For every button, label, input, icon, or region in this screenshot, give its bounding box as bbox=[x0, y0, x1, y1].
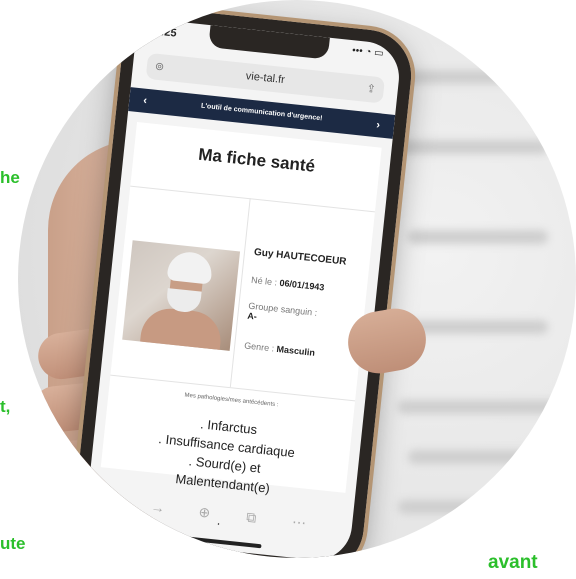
blurred-line bbox=[398, 400, 568, 414]
url-text: vie-tal.fr bbox=[245, 70, 286, 87]
text-fragment-t: t, bbox=[0, 397, 11, 416]
blood-group: Groupe sanguin : A- bbox=[247, 301, 318, 328]
text-fragment-avant: avant bbox=[488, 552, 538, 573]
site-settings-icon[interactable]: ⊚ bbox=[154, 54, 166, 81]
pathologies-list: . Infarctus . Insuffisance cardiaque . S… bbox=[99, 404, 352, 505]
health-card: Ma fiche santé Guy HAUTECOEUR Né le : 06… bbox=[100, 122, 382, 528]
blurred-line bbox=[398, 70, 528, 84]
phone-screen: 6:25 ••• ◔ ▭ ⊚ vie-tal.fr ⇪ ‹ L'outil de… bbox=[83, 17, 403, 558]
status-icons: ••• ◔ ▭ bbox=[351, 45, 385, 60]
patient-name: Guy HAUTECOEUR bbox=[253, 246, 347, 268]
photo-circle: 6:25 ••• ◔ ▭ ⊚ vie-tal.fr ⇪ ‹ L'outil de… bbox=[18, 0, 576, 558]
nav-next-button[interactable]: › bbox=[375, 113, 381, 137]
blood-value: A- bbox=[246, 310, 258, 322]
add-tab-icon[interactable]: ⊕ bbox=[198, 504, 211, 522]
gender-value: Masculin bbox=[276, 343, 316, 358]
text-fragment-he: he bbox=[0, 168, 20, 187]
share-icon[interactable]: ⇪ bbox=[365, 76, 377, 103]
home-indicator bbox=[171, 534, 262, 549]
photo-body bbox=[139, 305, 224, 351]
forward-icon[interactable]: → bbox=[150, 499, 166, 516]
text-fragment-ute: ute bbox=[0, 534, 26, 553]
blurred-line bbox=[388, 140, 548, 154]
blurred-line bbox=[408, 230, 548, 244]
blurred-line bbox=[398, 500, 538, 514]
status-time: 6:25 bbox=[153, 25, 178, 40]
nav-title: L'outil de communication d'urgence! bbox=[200, 102, 323, 123]
blood-label: Groupe sanguin : bbox=[247, 300, 318, 318]
smartphone: 6:25 ••• ◔ ▭ ⊚ vie-tal.fr ⇪ ‹ L'outil de… bbox=[65, 0, 421, 558]
patient-photo bbox=[122, 240, 241, 351]
birth-value: 06/01/1943 bbox=[279, 277, 325, 293]
blurred-line bbox=[408, 450, 558, 464]
gender: Genre : Masculin bbox=[244, 340, 316, 357]
more-icon[interactable]: ⋯ bbox=[291, 513, 307, 531]
divider bbox=[130, 185, 375, 213]
tabs-icon[interactable]: ⧉ bbox=[245, 509, 258, 527]
card-title: Ma fiche santé bbox=[197, 144, 316, 176]
birth-label: Né le : bbox=[250, 274, 281, 288]
photo-hair bbox=[166, 250, 214, 285]
nav-prev-button[interactable]: ‹ bbox=[142, 89, 148, 113]
gender-label: Genre : bbox=[243, 340, 278, 354]
back-icon[interactable]: ← bbox=[102, 494, 118, 511]
birth-date: Né le : 06/01/1943 bbox=[251, 275, 325, 293]
